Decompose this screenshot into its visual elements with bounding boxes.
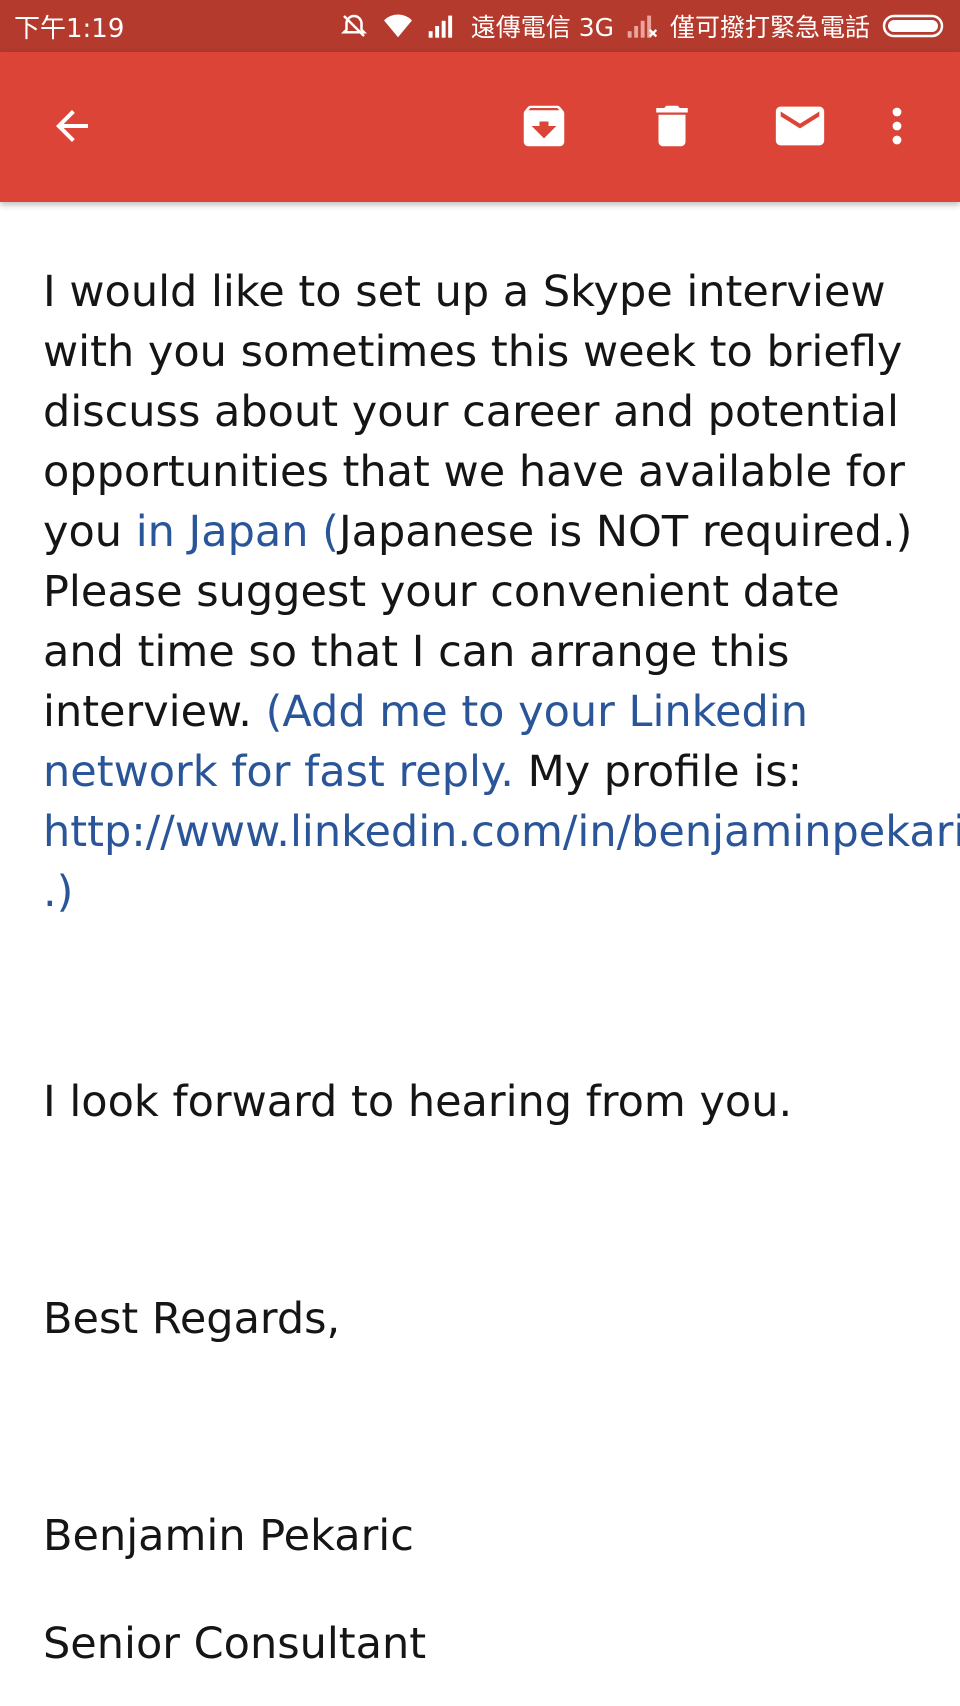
- carrier-secondary: 僅可撥打緊急電話: [669, 13, 870, 42]
- status-bar: 下午1:19 遠傳電信 3G 僅可撥打緊急電話: [0, 0, 960, 52]
- signal-no-service-icon: [626, 13, 658, 39]
- email-body: I would like to set up a Skype interview…: [43, 262, 960, 1674]
- linkedin-profile-link[interactable]: http://www.linkedin.com/in/benjaminpekar…: [43, 807, 960, 917]
- arrow-back-icon: [48, 102, 96, 154]
- wifi-icon: [381, 12, 415, 40]
- more-vert-icon: [873, 102, 921, 154]
- signal-icon: [427, 13, 459, 39]
- archive-icon: [517, 99, 571, 157]
- regards-line: Best Regards,: [43, 1294, 341, 1344]
- body-text-3: My profile is:: [513, 747, 803, 797]
- back-button[interactable]: [36, 92, 108, 164]
- status-time: 下午1:19: [14, 13, 125, 44]
- carrier-primary: 遠傳電信 3G: [470, 13, 614, 42]
- closing-line: I look forward to hearing from you.: [43, 1077, 793, 1127]
- mail-icon: [771, 97, 829, 159]
- more-options-button[interactable]: [874, 92, 920, 164]
- sender-name: Benjamin Pekaric: [43, 1511, 414, 1561]
- archive-button[interactable]: [508, 92, 580, 164]
- mark-unread-button[interactable]: [764, 92, 836, 164]
- app-toolbar: [0, 52, 960, 202]
- delete-button[interactable]: [636, 92, 708, 164]
- battery-icon: [882, 12, 946, 40]
- japan-link[interactable]: in Japan (: [136, 507, 339, 557]
- email-body-paragraph: I would like to set up a Skype interview…: [43, 262, 960, 922]
- trash-icon: [645, 99, 699, 157]
- vibrate-off-icon: [339, 11, 369, 41]
- sender-title: Senior Consultant: [43, 1619, 427, 1669]
- status-icons: 遠傳電信 3G 僅可撥打緊急電話: [339, 8, 946, 44]
